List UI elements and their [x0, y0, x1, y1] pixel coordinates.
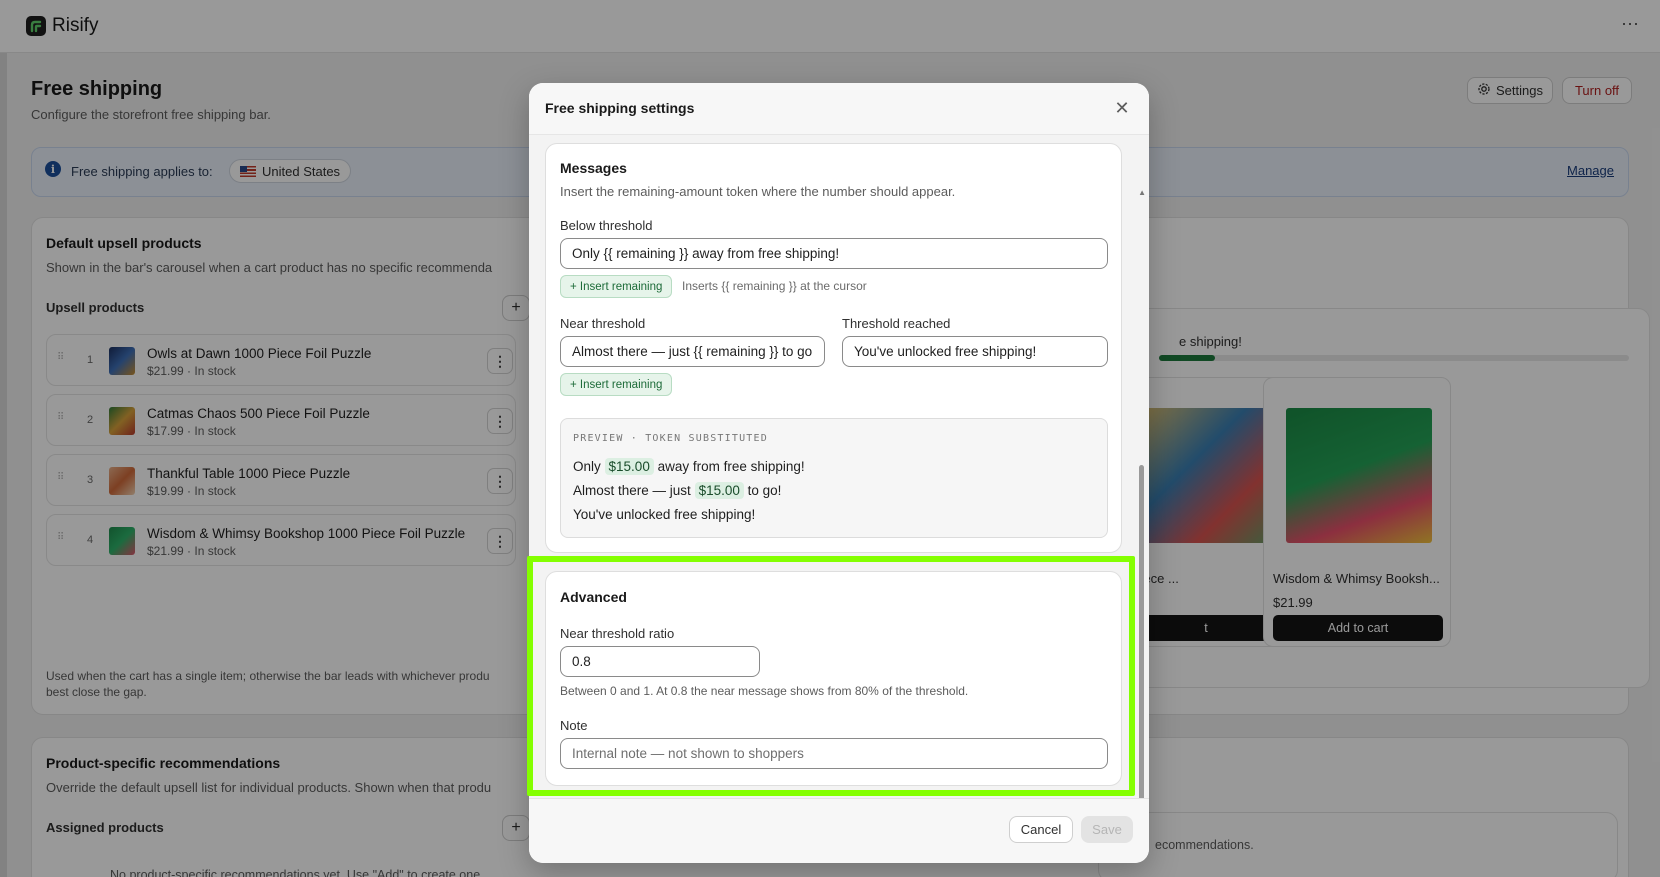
preview-token: $15.00: [694, 482, 744, 499]
near-threshold-input[interactable]: [560, 336, 825, 367]
modal-title: Free shipping settings: [545, 100, 695, 116]
preview-text: Almost there — just: [573, 483, 691, 498]
insert-remaining-button[interactable]: + Insert remaining: [560, 373, 673, 396]
insert-remaining-button[interactable]: + Insert remaining: [560, 275, 673, 298]
below-threshold-input[interactable]: [560, 238, 1108, 269]
cancel-button[interactable]: Cancel: [1009, 816, 1073, 843]
save-button[interactable]: Save: [1081, 816, 1133, 843]
advanced-section: Advanced Near threshold ratio Between 0 …: [545, 571, 1122, 786]
near-ratio-input[interactable]: [560, 646, 760, 677]
messages-title: Messages: [560, 160, 627, 176]
preview-line-reached: You've unlocked free shipping!: [573, 507, 756, 522]
near-ratio-label: Near threshold ratio: [560, 626, 675, 641]
threshold-reached-label: Threshold reached: [842, 316, 951, 331]
preview-line-near: Almost there — just $15.00 to go!: [573, 482, 782, 499]
preview-text: to go!: [747, 483, 782, 498]
modal-header: Free shipping settings ✕: [529, 83, 1149, 135]
note-label: Note: [560, 718, 588, 733]
near-threshold-label: Near threshold: [560, 316, 646, 331]
threshold-reached-input[interactable]: [842, 336, 1108, 367]
note-input[interactable]: [560, 738, 1108, 769]
modal-body: Messages Insert the remaining-amount tok…: [529, 135, 1149, 798]
close-icon[interactable]: ✕: [1111, 97, 1133, 119]
preview-token: $15.00: [604, 458, 654, 475]
messages-section: Messages Insert the remaining-amount tok…: [545, 143, 1122, 553]
preview-text: Only: [573, 459, 601, 474]
near-ratio-help: Between 0 and 1. At 0.8 the near message…: [560, 684, 969, 698]
modal-scrollbar[interactable]: [1139, 465, 1144, 798]
advanced-title: Advanced: [560, 589, 627, 605]
free-shipping-settings-modal: Free shipping settings ✕ Messages Insert…: [529, 83, 1149, 863]
below-threshold-label: Below threshold: [560, 218, 653, 233]
messages-description: Insert the remaining-amount token where …: [560, 184, 956, 199]
preview-text: away from free shipping!: [657, 459, 805, 474]
scroll-up-icon[interactable]: ▲: [1138, 188, 1146, 197]
message-preview: PREVIEW · TOKEN SUBSTITUTED Only $15.00 …: [560, 418, 1108, 538]
insert-hint: Inserts {{ remaining }} at the cursor: [682, 279, 867, 293]
preview-label: PREVIEW · TOKEN SUBSTITUTED: [573, 433, 768, 444]
preview-line-below: Only $15.00 away from free shipping!: [573, 458, 805, 475]
modal-footer: Cancel Save: [529, 798, 1149, 863]
